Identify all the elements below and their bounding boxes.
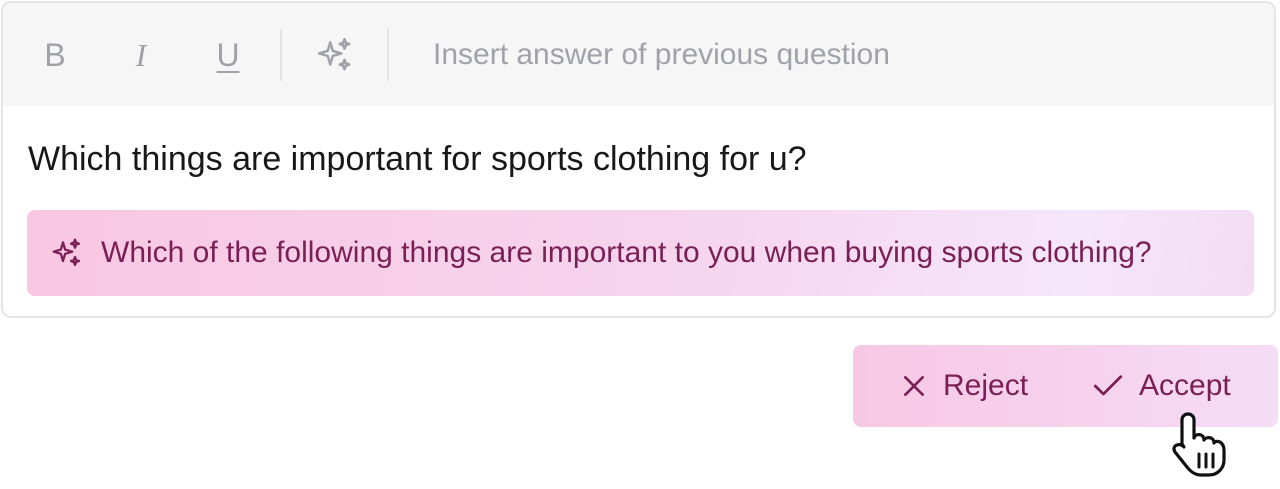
sparkles-icon xyxy=(317,37,351,71)
check-icon xyxy=(1093,375,1123,396)
insert-previous-answer-button[interactable]: Insert answer of previous question xyxy=(433,37,890,73)
ai-suggestion-box: Which of the following things are import… xyxy=(27,210,1254,296)
italic-button[interactable]: I xyxy=(116,29,166,81)
toolbar-divider xyxy=(387,29,389,81)
bold-button[interactable]: B xyxy=(30,29,80,81)
toolbar-divider xyxy=(280,29,282,81)
ai-rewrite-button[interactable] xyxy=(310,29,360,81)
reject-button[interactable]: Reject xyxy=(901,367,1028,405)
accept-label: Accept xyxy=(1139,369,1231,402)
question-text[interactable]: Which things are important for sports cl… xyxy=(28,139,807,179)
question-editor[interactable]: B I U Insert answer of previous question… xyxy=(1,1,1276,318)
underline-button[interactable]: U xyxy=(203,29,253,81)
accept-button[interactable]: Accept xyxy=(1093,367,1231,405)
suggestion-text: Which of the following things are import… xyxy=(101,236,1152,269)
formatting-toolbar: B I U Insert answer of previous question xyxy=(3,3,1274,106)
x-icon xyxy=(904,376,924,396)
hand-pointer-icon xyxy=(1172,412,1226,477)
sparkles-icon xyxy=(52,238,81,267)
reject-label: Reject xyxy=(943,369,1029,402)
